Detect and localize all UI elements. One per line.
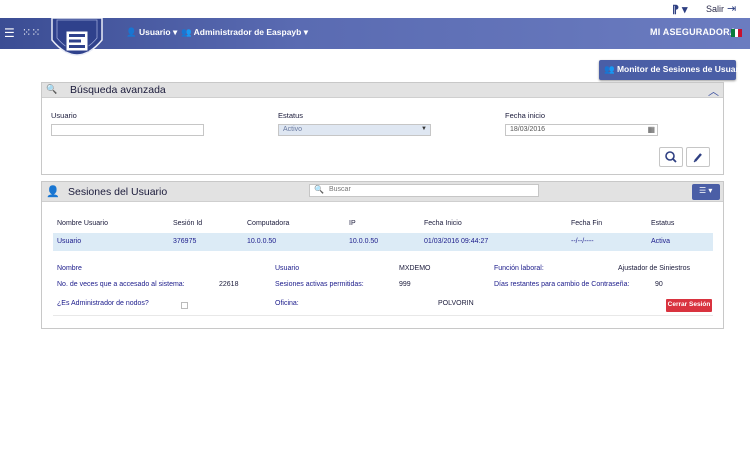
mexico-flag-icon (731, 29, 743, 37)
search-icon: 🔍 (314, 185, 324, 194)
magnifier-icon (665, 151, 677, 163)
col-estatus: Estatus (651, 220, 675, 227)
estatus-value: Activo (283, 126, 303, 133)
session-monitor-button[interactable]: 👥 Monitor de Sesiones de Usuario (599, 60, 746, 80)
detail-dias-value: 90 (655, 281, 663, 288)
cell-fecha-fin: --/--/---- (571, 238, 594, 245)
user-menu[interactable]: 👤 Usuario ▾ (126, 27, 177, 38)
logout-link[interactable]: Salir (706, 4, 724, 14)
app-logo[interactable] (48, 18, 106, 64)
cell-estatus: Activa (651, 238, 671, 245)
detail-funcion-value: Ajustador de Siniestros (618, 265, 690, 272)
chevron-up-icon[interactable]: ︿ (708, 83, 719, 99)
detail-oficina-value: POLVORIN (438, 300, 474, 307)
session-monitor-label: Monitor de Sesiones de Usuario (616, 64, 747, 74)
options-menu-button[interactable]: ☰ ▾ (692, 184, 720, 200)
col-ip: IP (349, 220, 356, 227)
top-strip: ⁋ ▾ Salir ⇥ (0, 0, 750, 18)
fecha-inicio-input[interactable]: 18/03/2016 ▦ (505, 124, 658, 136)
col-computadora: Computadora (247, 220, 290, 227)
hamburger-icon[interactable]: ☰ (4, 26, 15, 40)
sessions-search[interactable]: 🔍 (309, 184, 539, 197)
main-navbar: ☰ ⁙⁙ 👤 Usuario ▾ 👥 Administrador de Easp… (0, 18, 750, 49)
col-nombre-usuario: Nombre Usuario (57, 220, 108, 227)
user-menu-label: Usuario (138, 27, 171, 37)
col-fecha-fin: Fecha Fin (571, 220, 603, 227)
caret-down-icon: ▼ (421, 126, 427, 132)
detail-accesos-value: 22618 (219, 281, 239, 288)
fecha-inicio-label: Fecha inicio (505, 111, 546, 120)
detail-accesos-label: No. de veces que a accesado al sistema: (57, 281, 185, 288)
detail-sesiones-label: Sesiones activas permitidas: (275, 281, 364, 288)
detail-sesiones-value: 999 (399, 281, 411, 288)
usuario-input[interactable] (51, 124, 204, 136)
users-icon: 👥 (181, 27, 192, 37)
grid-icon[interactable]: ⁙⁙ (22, 26, 40, 39)
col-fecha-inicio: Fecha Inicio (424, 220, 462, 227)
estatus-label: Estatus (278, 111, 304, 120)
usuario-label: Usuario (51, 111, 77, 120)
col-sesion-id: Sesión Id (173, 220, 203, 227)
cell-sesion-id: 376975 (173, 238, 197, 245)
detail-admin-label: ¿Es Administrador de nodos? (57, 300, 149, 307)
detail-oficina-label: Oficina: (275, 300, 299, 307)
divider (53, 315, 713, 316)
advanced-search-panel: 🔍 Búsqueda avanzada ︿ Usuario Estatus Ac… (41, 82, 724, 175)
cell-nombre-usuario: Usuario (57, 238, 82, 245)
clear-button[interactable] (686, 147, 710, 167)
calendar-icon[interactable]: ▦ (647, 125, 655, 134)
user-sessions-title: Sesiones del Usuario (68, 186, 168, 198)
user-sessions-panel: 👤 Sesiones del Usuario 🔍 ☰ ▾ Nombre Usua… (41, 181, 724, 329)
advanced-search-header[interactable]: 🔍 Búsqueda avanzada ︿ (42, 83, 723, 98)
cell-ip: 10.0.0.50 (349, 238, 379, 245)
user-sessions-header: 👤 Sesiones del Usuario 🔍 ☰ ▾ (42, 182, 723, 202)
close-session-button[interactable]: Cerrar Sesión (666, 299, 712, 312)
user-icon: 👤 (46, 186, 60, 198)
table-row[interactable] (53, 233, 713, 251)
search-button[interactable] (659, 147, 683, 167)
detail-nombre-label: Nombre (57, 265, 82, 272)
translate-icon[interactable]: ⁋ ▾ (672, 3, 688, 16)
cell-computadora: 10.0.0.50 (247, 238, 277, 245)
detail-usuario-label: Usuario (275, 265, 300, 272)
exit-icon[interactable]: ⇥ (727, 2, 736, 15)
admin-menu[interactable]: 👥 Administrador de Easpayb ▾ (181, 27, 308, 38)
admin-menu-label: Administrador de Easpayb (193, 27, 302, 37)
cell-fecha-inicio: 01/03/2016 09:44:27 (424, 238, 489, 245)
detail-dias-label: Días restantes para cambio de Contraseña… (494, 281, 630, 288)
user-icon: 👤 (126, 27, 137, 37)
eraser-icon (693, 153, 702, 163)
sessions-search-input[interactable] (329, 186, 529, 193)
fecha-inicio-value: 18/03/2016 (510, 126, 546, 133)
search-icon: 🔍 (46, 84, 58, 94)
detail-funcion-label: Función laboral: (494, 265, 544, 272)
admin-nodos-checkbox[interactable] (181, 302, 188, 309)
monitor-icon: 👥 (604, 64, 615, 74)
estatus-select[interactable]: Activo ▼ (278, 124, 431, 136)
brand-name: MI ASEGURADORA (650, 27, 737, 37)
advanced-search-title: Búsqueda avanzada (70, 84, 166, 96)
detail-usuario-value: MXDEMO (399, 265, 431, 272)
